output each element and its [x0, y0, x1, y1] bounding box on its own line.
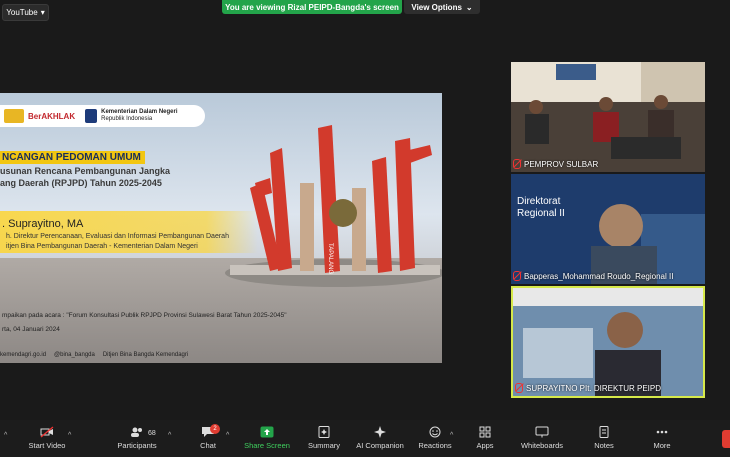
- chevron-up-icon[interactable]: ^: [168, 432, 171, 439]
- participants-icon: [131, 427, 142, 437]
- notes-button[interactable]: Notes: [590, 426, 618, 450]
- footer-handle: @bina_bangda: [54, 352, 95, 358]
- source-label: YouTube: [6, 8, 38, 17]
- ministry-emblem-icon: [85, 109, 98, 123]
- slide-logo-bar: BerAKHLAK Kementerian Dalam Negeri Repub…: [0, 105, 205, 127]
- chevron-up-icon[interactable]: ^: [4, 432, 7, 439]
- share-screen-label: Share Screen: [244, 441, 290, 450]
- video-feed-panel: [511, 62, 705, 172]
- chevron-down-icon: ▾: [40, 8, 45, 17]
- tile-slide-title: Direktorat: [517, 196, 561, 207]
- chevron-up-icon[interactable]: ^: [450, 432, 453, 439]
- slide-subtitle-1: usunan Rencana Pembangunan Jangka: [0, 166, 171, 176]
- video-feed-panel: [511, 174, 705, 284]
- more-label: More: [653, 441, 671, 450]
- chat-badge: 2: [210, 424, 220, 434]
- tile-label: PEMPROV SULBAR: [513, 159, 598, 169]
- footer-channel: Ditjen Bina Bangda Kemendagri: [102, 352, 189, 358]
- apps-label: Apps: [476, 441, 494, 450]
- mic-off-icon: [513, 271, 521, 281]
- ai-companion-button[interactable]: AI Companion: [352, 426, 408, 450]
- sparkle-icon: [374, 426, 386, 438]
- chevron-up-icon[interactable]: ^: [226, 432, 229, 439]
- tile-label: Bapperas_Mohammad Roudo_Regional II: [513, 271, 673, 281]
- chevron-up-icon[interactable]: ^: [68, 432, 71, 439]
- slide-title: NCANGAN PEDOMAN UMUM: [0, 151, 145, 164]
- tile-label: SUPRAYITNO PIt. DIREKTUR PEIPD: [515, 383, 661, 393]
- view-options-label: View Options: [411, 2, 462, 12]
- whiteboards-label: Whiteboards: [520, 441, 564, 450]
- more-dots-icon: [656, 430, 668, 434]
- event-line: mpaikan pada acara : "Forum Konsultasi P…: [2, 312, 287, 319]
- apps-icon: [479, 426, 491, 438]
- ministry-name-block: Kementerian Dalam Negeri Republik Indone…: [101, 109, 177, 123]
- participant-name: PEMPROV SULBAR: [524, 159, 599, 169]
- whiteboards-button[interactable]: Whiteboards: [516, 426, 568, 450]
- presenter-role-1: h. Direktur Perencanaan, Evaluasi dan In…: [6, 233, 229, 240]
- chat-label: Chat: [200, 441, 216, 450]
- video-tile-pemprov[interactable]: PEMPROV SULBAR: [511, 62, 705, 172]
- apps-button[interactable]: Apps: [472, 426, 498, 450]
- share-screen-button[interactable]: Share Screen: [243, 426, 291, 450]
- video-feed-panel: [513, 288, 703, 396]
- more-button[interactable]: More: [648, 426, 676, 450]
- screen-share-banner: You are viewing Rizal PEIPD-Bangda's scr…: [222, 0, 402, 14]
- participants-label: Participants: [117, 441, 157, 450]
- video-off-icon: [40, 426, 54, 438]
- video-tile-bappenas[interactable]: Direktorat Regional II Bapperas_Mohammad…: [511, 174, 705, 284]
- smiley-icon: [429, 426, 441, 438]
- summary-label: Summary: [307, 441, 341, 450]
- mic-off-icon: [515, 383, 523, 393]
- presenter-name: . Suprayitno, MA: [2, 218, 84, 230]
- summary-icon: [318, 426, 330, 438]
- tile-slide-sub: Regional II: [517, 208, 565, 219]
- start-video-label: Start Video: [28, 441, 66, 450]
- svg-text:TAPALANG: TAPALANG: [327, 243, 333, 274]
- slide-footer: kemendagri.go.id @bina_bangda Ditjen Bin…: [0, 352, 188, 358]
- footer-site: kemendagri.go.id: [0, 352, 47, 358]
- place-date-line: rta, 04 Januari 2024: [2, 326, 60, 333]
- whiteboard-icon: [535, 426, 549, 438]
- view-options-button[interactable]: View Options ⌄: [404, 0, 480, 14]
- participants-count: 68: [148, 430, 156, 437]
- chevron-down-icon: ⌄: [465, 2, 473, 12]
- notes-icon: [599, 426, 609, 438]
- start-video-button[interactable]: Start Video: [24, 426, 70, 450]
- youtube-source-dropdown[interactable]: YouTube ▾: [2, 4, 49, 21]
- reactions-button[interactable]: Reactions: [416, 426, 454, 450]
- meeting-toolbar: ^ Start Video ^ Participants 68 ^ Chat 2…: [0, 420, 730, 457]
- berakhlak-logo: BerAKHLAK: [28, 111, 76, 121]
- ai-companion-label: AI Companion: [356, 441, 404, 450]
- video-tile-active-speaker[interactable]: SUPRAYITNO PIt. DIREKTUR PEIPD: [511, 286, 705, 398]
- participant-name: Bapperas_Mohammad Roudo_Regional II: [524, 271, 674, 281]
- presenter-role-2: itjen Bina Pembangunan Daerah - Kementer…: [6, 243, 198, 250]
- bangga-logo-icon: [4, 109, 24, 123]
- ministry-sub: Republik Indonesia: [101, 116, 153, 122]
- shared-screen-slide: TAPALANG BerAKHLAK Kementerian Dalam Neg…: [0, 93, 442, 363]
- chat-button[interactable]: Chat 2: [196, 424, 220, 450]
- ministry-name: Kementerian Dalam Negeri: [101, 109, 178, 115]
- share-screen-icon: [260, 426, 274, 438]
- reactions-label: Reactions: [418, 441, 452, 450]
- mic-off-icon: [513, 159, 521, 169]
- slide-subtitle-2: ang Daerah (RPJPD) Tahun 2025-2045: [0, 178, 162, 188]
- participant-name: SUPRAYITNO PIt. DIREKTUR PEIPD: [526, 383, 661, 393]
- summary-button[interactable]: Summary: [304, 426, 344, 450]
- end-meeting-button[interactable]: [722, 430, 730, 448]
- notes-label: Notes: [594, 441, 614, 450]
